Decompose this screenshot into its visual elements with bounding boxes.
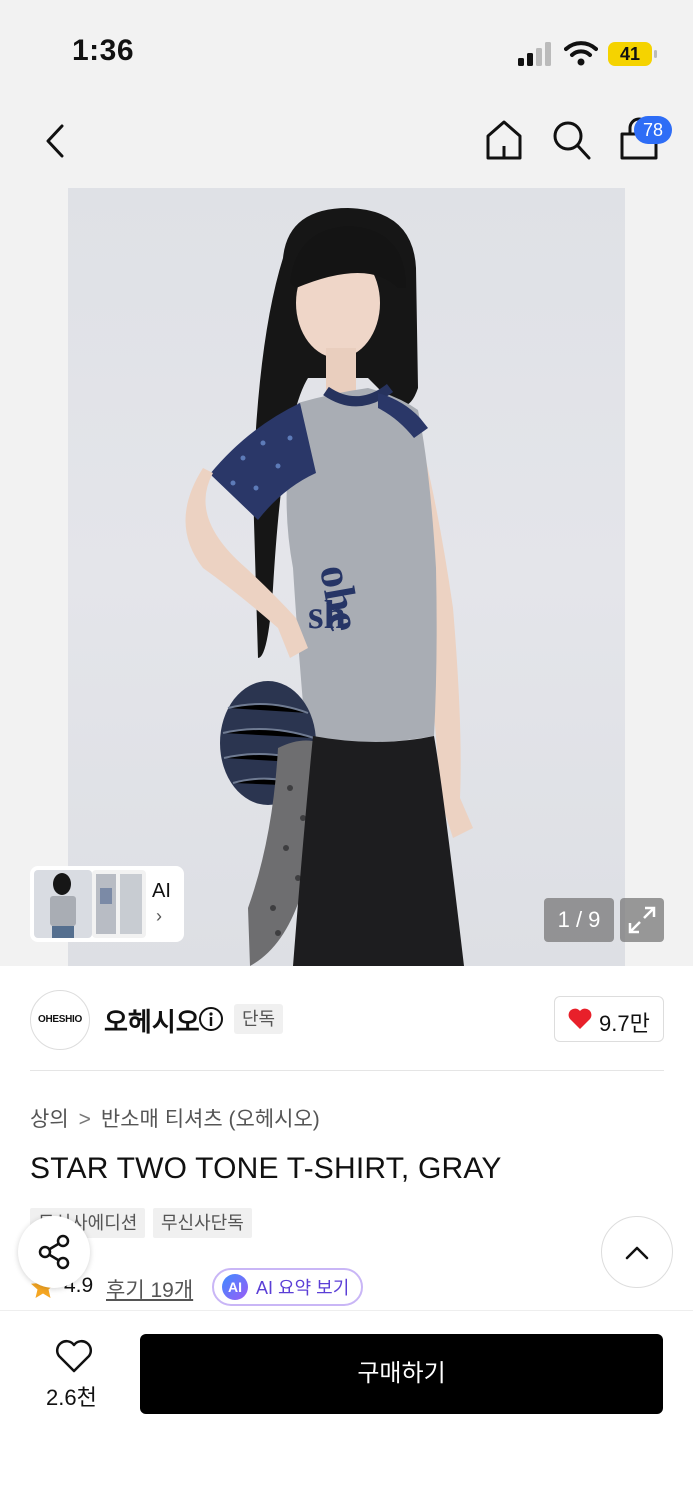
model-illustration: ohe sh (185, 208, 473, 966)
brand-name[interactable]: 오헤시오 (104, 1002, 200, 1039)
tag-musinsa-exclusive: 무신사단독 (153, 1208, 252, 1238)
brand-like-button[interactable]: 9.7만 (554, 996, 664, 1042)
thumbnail-image-1[interactable] (34, 870, 92, 938)
expand-button[interactable] (620, 898, 664, 942)
buy-button[interactable]: 구매하기 (140, 1334, 663, 1414)
scroll-to-top-button[interactable] (601, 1216, 673, 1288)
heart-outline-icon[interactable] (54, 1338, 94, 1374)
wifi-icon (564, 41, 598, 66)
thumbnail-image-2[interactable] (92, 870, 146, 938)
thumbnail-illustration-2 (92, 870, 146, 938)
share-button[interactable] (18, 1216, 90, 1288)
breadcrumb-separator: > (78, 1108, 91, 1131)
product-photo[interactable]: ohe sh (68, 188, 625, 966)
share-icon (38, 1234, 70, 1270)
cart-count-badge[interactable]: 78 (634, 116, 672, 144)
chevron-up-icon (625, 1246, 649, 1260)
ai-summary-button[interactable]: AI AI 요약 보기 (212, 1268, 364, 1306)
exclusive-badge: 단독 (234, 1004, 284, 1034)
breadcrumb: 상의 > 반소매 티셔츠 (오헤시오) (30, 1103, 320, 1133)
heart-filled-icon (568, 1008, 592, 1029)
battery-indicator: 41 (608, 42, 657, 66)
divider (30, 1070, 664, 1071)
chevron-right-icon: › (156, 906, 162, 926)
svg-text:sh: sh (308, 592, 346, 637)
info-icon[interactable] (198, 1006, 224, 1032)
product-title: STAR TWO TONE T-SHIRT, GRAY (30, 1152, 502, 1185)
battery-level: 41 (608, 42, 652, 66)
home-icon[interactable] (484, 118, 524, 162)
review-count-link[interactable]: 후기 19개 (106, 1274, 193, 1304)
search-icon[interactable] (550, 118, 592, 162)
status-time: 1:36 (72, 34, 135, 67)
image-page-indicator: 1 / 9 (544, 898, 614, 942)
expand-icon (628, 906, 656, 934)
ai-summary-label: AI 요약 보기 (256, 1278, 350, 1298)
cellular-signal-icon (518, 42, 551, 66)
breadcrumb-item-subcategory[interactable]: 반소매 티셔츠 (오헤시오) (101, 1103, 320, 1133)
brand-logo[interactable]: OHESHIO (30, 990, 90, 1050)
battery-nub (654, 50, 657, 58)
product-image-gallery[interactable]: ohe sh (0, 188, 693, 966)
ai-thumbnail-selector[interactable]: AI › (30, 866, 184, 942)
ai-label: AI (152, 880, 171, 902)
brand-like-count: 9.7만 (599, 1011, 650, 1036)
thumbnail-illustration-1 (34, 870, 92, 938)
back-arrow-icon[interactable] (40, 122, 70, 160)
wish-count: 2.6천 (46, 1385, 97, 1410)
breadcrumb-item-category[interactable]: 상의 (30, 1103, 69, 1133)
ai-sparkle-icon: AI (222, 1274, 248, 1300)
